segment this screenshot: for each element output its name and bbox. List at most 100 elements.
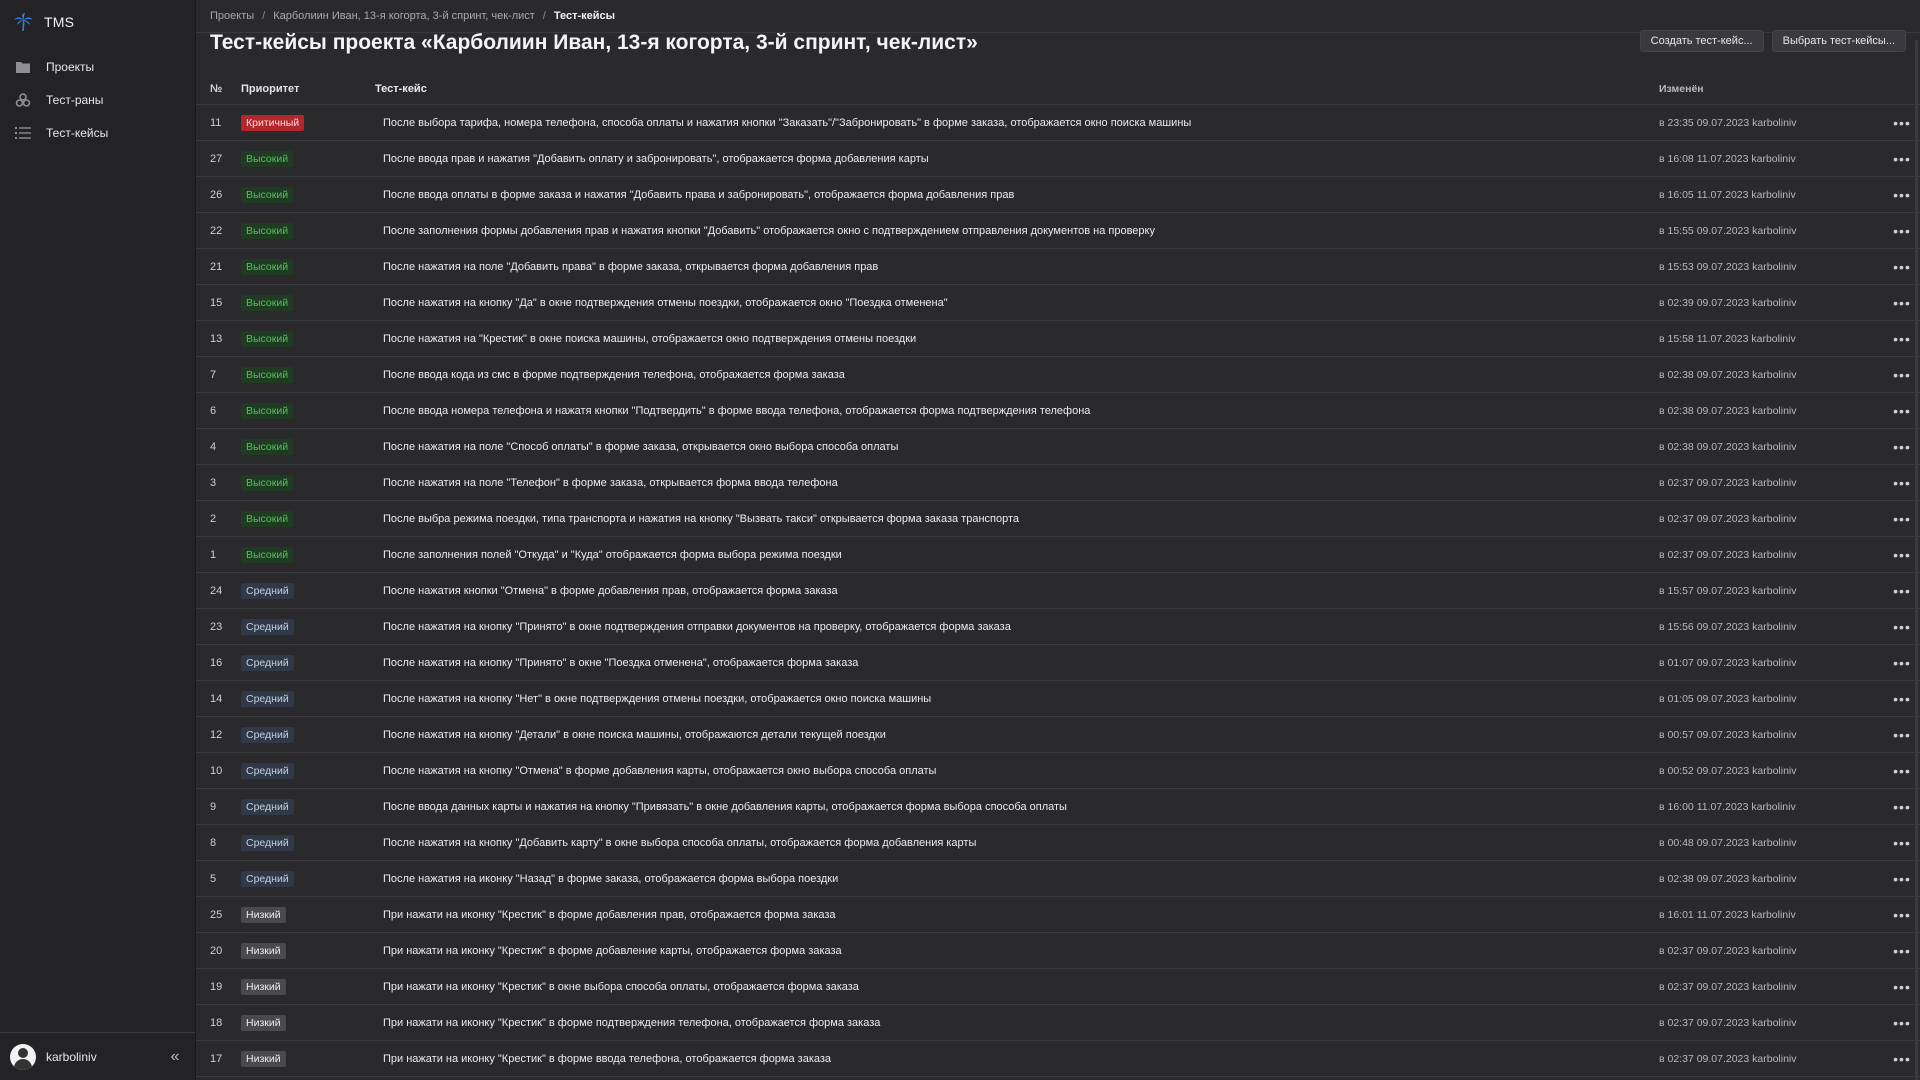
test-case-title[interactable]: После нажатия на кнопку "Принято" в окне… xyxy=(375,657,1659,669)
breadcrumb-project[interactable]: Карболиин Иван, 13-я когорта, 3-й спринт… xyxy=(273,10,535,22)
priority-badge: Высокий xyxy=(241,258,294,275)
table-row[interactable]: 5 Средний После нажатия на иконку "Назад" … xyxy=(196,861,1920,897)
table-row[interactable]: 4 Высокий После нажатия на поле "Способ оп… xyxy=(196,429,1920,465)
app-logo[interactable]: TMS xyxy=(0,0,195,44)
sidebar: TMS Проекты Тест-раны Тест-кейсы karboli… xyxy=(0,0,196,1080)
priority-cell: Критичный xyxy=(241,114,375,131)
test-case-title[interactable]: При нажати на иконку "Крестик" в форме д… xyxy=(375,945,1659,957)
table-row[interactable]: 13 Высокий После нажатия на "Крестик" в ок… xyxy=(196,321,1920,357)
table-row[interactable]: 7 Высокий После ввода кода из смс в форме … xyxy=(196,357,1920,393)
priority-cell: Низкий xyxy=(241,1050,375,1067)
modified-info: в 01:05 09.07.2023 karboliniv xyxy=(1659,692,1797,705)
test-case-number: 12 xyxy=(210,728,223,741)
test-case-title[interactable]: После нажатия на кнопку "Добавить карту"… xyxy=(375,837,1659,849)
scrollbar[interactable] xyxy=(1915,40,1918,1080)
table-row[interactable]: 20 Низкий При нажати на иконку "Крестик" в… xyxy=(196,933,1920,969)
test-case-title[interactable]: После ввода кода из смс в форме подтверж… xyxy=(375,369,1659,381)
table-row[interactable]: 12 Средний После нажатия на кнопку "Детали… xyxy=(196,717,1920,753)
modified-info: в 16:05 11.07.2023 karboliniv xyxy=(1659,188,1796,201)
sidebar-item-label: Тест-кейсы xyxy=(46,125,109,140)
test-case-title[interactable]: После заполнения формы добавления прав и… xyxy=(375,225,1659,237)
table-row[interactable]: 16 Средний После нажатия на кнопку "Принят… xyxy=(196,645,1920,681)
table-row[interactable]: 10 Средний После нажатия на кнопку "Отмена… xyxy=(196,753,1920,789)
column-header-test-case[interactable]: Тест-кейс xyxy=(375,83,1659,95)
test-case-number: 9 xyxy=(210,800,217,813)
table-row[interactable]: 27 Высокий После ввода прав и нажатия "Доб… xyxy=(196,141,1920,177)
test-case-title[interactable]: После нажатия на кнопку "Детали" в окне … xyxy=(375,729,1659,741)
sidebar-item-test-cases[interactable]: Тест-кейсы xyxy=(0,116,195,149)
column-header-modified[interactable]: Изменён xyxy=(1659,83,1884,95)
modified-info: в 02:37 09.07.2023 karboliniv xyxy=(1659,944,1797,957)
table-row[interactable]: 6 Высокий После ввода номера телефона и на… xyxy=(196,393,1920,429)
test-case-number: 21 xyxy=(210,260,223,273)
test-case-title[interactable]: После нажатия на поле "Добавить права" в… xyxy=(375,261,1659,273)
table-row[interactable]: 15 Высокий После нажатия на кнопку "Да" в … xyxy=(196,285,1920,321)
test-case-title[interactable]: После нажатия кнопки "Отмена" в форме до… xyxy=(375,585,1659,597)
table-row[interactable]: 23 Средний После нажатия на кнопку "Принят… xyxy=(196,609,1920,645)
test-case-title[interactable]: При нажати на иконку "Крестик" в окне вы… xyxy=(375,981,1659,993)
modified-info: в 15:55 09.07.2023 karboliniv xyxy=(1659,224,1797,237)
test-case-title[interactable]: После нажатия на кнопку "Принято" в окне… xyxy=(375,621,1659,633)
column-header-number[interactable]: № xyxy=(196,83,241,95)
table-row[interactable]: 11 Критичный После выбора тарифа, номера т… xyxy=(196,105,1920,141)
table-row[interactable]: 26 Высокий После ввода оплаты в форме зака… xyxy=(196,177,1920,213)
page-title: Тест-кейсы проекта «Карболиин Иван, 13-я… xyxy=(210,31,978,54)
table-row[interactable]: 1 Высокий После заполнения полей "Откуда" … xyxy=(196,537,1920,573)
test-case-title[interactable]: После ввода прав и нажатия "Добавить опл… xyxy=(375,153,1659,165)
modified-info: в 02:37 09.07.2023 karboliniv xyxy=(1659,476,1797,489)
table-row[interactable]: 2 Высокий После выбра режима поездки, типа… xyxy=(196,501,1920,537)
test-case-title[interactable]: После нажатия на поле "Телефон" в форме … xyxy=(375,477,1659,489)
priority-cell: Низкий xyxy=(241,1014,375,1031)
breadcrumb-projects[interactable]: Проекты xyxy=(210,10,254,22)
create-test-case-button[interactable]: Создать тест-кейс... xyxy=(1639,30,1764,52)
select-test-cases-button[interactable]: Выбрать тест-кейсы... xyxy=(1771,30,1906,52)
avatar[interactable] xyxy=(10,1043,36,1070)
priority-cell: Высокий xyxy=(241,474,375,491)
test-case-title[interactable]: При нажати на иконку "Крестик" в форме д… xyxy=(375,909,1659,921)
table-row[interactable]: 19 Низкий При нажати на иконку "Крестик" в… xyxy=(196,969,1920,1005)
table-row[interactable]: 17 Низкий При нажати на иконку "Крестик" в… xyxy=(196,1041,1920,1077)
sidebar-item-test-runs[interactable]: Тест-раны xyxy=(0,83,195,116)
table-row[interactable]: 25 Низкий При нажати на иконку "Крестик" в… xyxy=(196,897,1920,933)
priority-badge: Высокий xyxy=(241,186,294,203)
test-case-title[interactable]: После нажатия на иконку "Назад" в форме … xyxy=(375,873,1659,885)
table-row[interactable]: 24 Средний После нажатия кнопки "Отмена" в… xyxy=(196,573,1920,609)
palm-logo-icon xyxy=(12,11,34,33)
test-case-number: 3 xyxy=(210,476,217,489)
modified-info: в 23:35 09.07.2023 karboliniv xyxy=(1659,116,1797,129)
test-case-title[interactable]: После выбора тарифа, номера телефона, сп… xyxy=(375,117,1659,129)
test-case-title[interactable]: После выбра режима поездки, типа транспо… xyxy=(375,513,1659,525)
table-row[interactable]: 22 Высокий После заполнения формы добавлен… xyxy=(196,213,1920,249)
test-case-title[interactable]: После нажатия на поле "Способ оплаты" в … xyxy=(375,441,1659,453)
table-row[interactable]: 3 Высокий После нажатия на поле "Телефон" … xyxy=(196,465,1920,501)
page-header: Тест-кейсы проекта «Карболиин Иван, 13-я… xyxy=(196,30,1920,73)
priority-badge: Средний xyxy=(241,582,294,599)
sidebar-item-projects[interactable]: Проекты xyxy=(0,50,195,83)
test-case-number: 23 xyxy=(210,620,223,633)
table-row[interactable]: 14 Средний После нажатия на кнопку "Нет" в… xyxy=(196,681,1920,717)
table-row[interactable]: 21 Высокий После нажатия на поле "Добавить… xyxy=(196,249,1920,285)
test-case-title[interactable]: После нажатия на кнопку "Отмена" в форме… xyxy=(375,765,1659,777)
priority-badge: Средний xyxy=(241,834,294,851)
priority-cell: Средний xyxy=(241,798,375,815)
test-case-title[interactable]: После нажатия на кнопку "Нет" в окне под… xyxy=(375,693,1659,705)
test-case-title[interactable]: После ввода оплаты в форме заказа и нажа… xyxy=(375,189,1659,201)
test-case-title[interactable]: После ввода номера телефона и нажатя кно… xyxy=(375,405,1659,417)
modified-info: в 00:48 09.07.2023 karboliniv xyxy=(1659,836,1797,849)
test-case-title[interactable]: После ввода данных карты и нажатия на кн… xyxy=(375,801,1659,813)
modified-info: в 15:53 09.07.2023 karboliniv xyxy=(1659,260,1797,273)
priority-badge: Низкий xyxy=(241,978,286,995)
priority-badge: Высокий xyxy=(241,474,294,491)
priority-badge: Низкий xyxy=(241,1014,286,1031)
test-case-title[interactable]: После нажатия на кнопку "Да" в окне подт… xyxy=(375,297,1659,309)
column-header-priority[interactable]: Приоритет xyxy=(241,83,375,95)
table-row[interactable]: 9 Средний После ввода данных карты и нажат… xyxy=(196,789,1920,825)
test-case-title[interactable]: После нажатия на "Крестик" в окне поиска… xyxy=(375,333,1659,345)
table-row[interactable]: 8 Средний После нажатия на кнопку "Добавит… xyxy=(196,825,1920,861)
collapse-sidebar-button[interactable]: « xyxy=(165,1048,185,1066)
test-case-title[interactable]: При нажати на иконку "Крестик" в форме в… xyxy=(375,1053,1659,1065)
priority-cell: Низкий xyxy=(241,978,375,995)
test-case-title[interactable]: При нажати на иконку "Крестик" в форме п… xyxy=(375,1017,1659,1029)
test-case-title[interactable]: После заполнения полей "Откуда" и "Куда"… xyxy=(375,549,1659,561)
table-row[interactable]: 18 Низкий При нажати на иконку "Крестик" в… xyxy=(196,1005,1920,1041)
